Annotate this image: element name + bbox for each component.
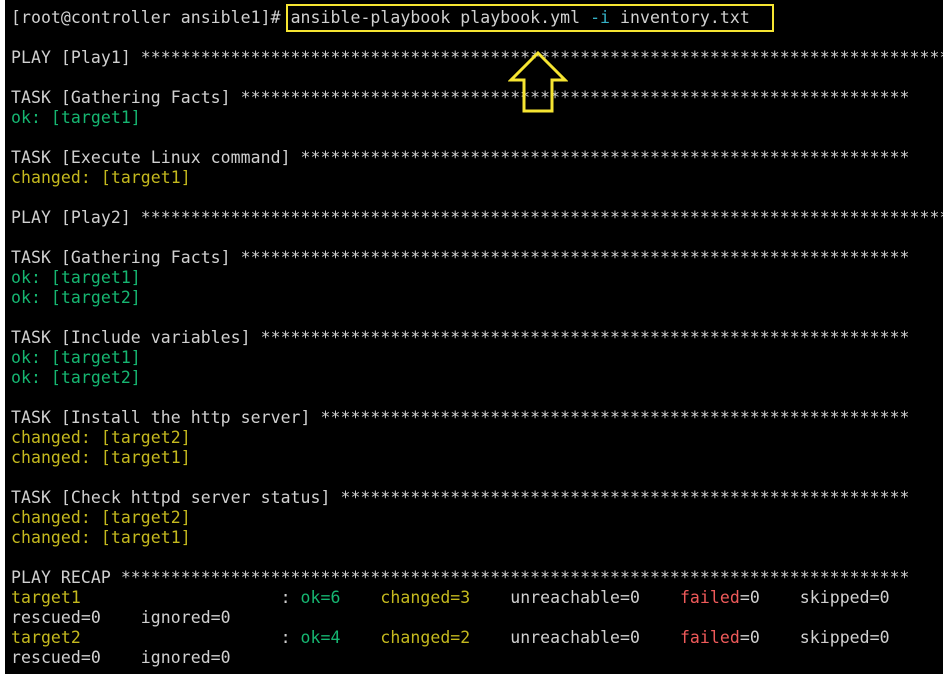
terminal-text: changed: [target2] [11, 508, 191, 527]
terminal-text: ok: [target1] [11, 348, 141, 367]
terminal-line: TASK [Include variables] ***************… [11, 328, 943, 348]
terminal-text: =0 skipped=0 [739, 628, 890, 647]
terminal-line: ok: [target1] [11, 268, 943, 288]
terminal-text: target1 [11, 588, 81, 607]
terminal-text: changed: [target1] [11, 528, 191, 547]
terminal-text: PLAY [Play1] ***************************… [11, 48, 943, 67]
terminal-text: failed [679, 588, 740, 607]
terminal-text: PLAY RECAP *****************************… [11, 568, 910, 587]
terminal-line: ok: [target1] [11, 348, 943, 368]
terminal-line: ok: [target2] [11, 288, 943, 308]
terminal-window[interactable]: [root@controller ansible1]# ansible-play… [5, 0, 943, 674]
terminal-line: ok: [target1] [11, 108, 943, 128]
terminal-line: PLAY [Play2] ***************************… [11, 208, 943, 228]
terminal-text: changed: [target1] [11, 168, 191, 187]
terminal-line: changed: [target2] [11, 508, 943, 528]
terminal-text: [root@controller ansible1]# [11, 8, 291, 27]
terminal-text: ok: [target1] [11, 268, 141, 287]
terminal-text: changed: [target2] [11, 428, 191, 447]
terminal-line: PLAY [Play1] ***************************… [11, 48, 943, 68]
terminal-text: rescued=0 ignored=0 [11, 648, 231, 667]
terminal-line: TASK [Execute Linux command] ***********… [11, 148, 943, 168]
terminal-text: inventory.txt [610, 8, 750, 27]
up-arrow-icon [508, 50, 568, 113]
terminal-output: [root@controller ansible1]# ansible-play… [11, 8, 943, 668]
terminal-text: ok: [target2] [11, 368, 141, 387]
terminal-text: rescued=0 ignored=0 [11, 608, 231, 627]
terminal-line: [root@controller ansible1]# ansible-play… [11, 8, 943, 28]
terminal-text: =0 skipped=0 [739, 588, 890, 607]
terminal-text: changed=2 [380, 628, 471, 647]
terminal-text: TASK [Install the http server] *********… [11, 408, 910, 427]
terminal-text: : [80, 628, 301, 647]
terminal-text: TASK [Gathering Facts] *****************… [11, 88, 910, 107]
terminal-line: changed: [target1] [11, 528, 943, 548]
terminal-line: TASK [Gathering Facts] *****************… [11, 88, 943, 108]
terminal-line: TASK [Gathering Facts] *****************… [11, 248, 943, 268]
terminal-line: changed: [target2] [11, 428, 943, 448]
terminal-text: ok: [target2] [11, 288, 141, 307]
terminal-text: ok=4 [300, 628, 341, 647]
terminal-text: -i [590, 8, 611, 27]
terminal-line: rescued=0 ignored=0 [11, 648, 943, 668]
terminal-line: target1 : ok=6 changed=3 unreachable=0 f… [11, 588, 943, 608]
terminal-text: PLAY [Play2] ***************************… [11, 208, 943, 227]
terminal-text: unreachable=0 [470, 588, 680, 607]
terminal-text: changed: [target1] [11, 448, 191, 467]
terminal-line: changed: [target1] [11, 168, 943, 188]
terminal-text: changed=3 [380, 588, 471, 607]
terminal-text: TASK [Gathering Facts] *****************… [11, 248, 910, 267]
terminal-text: TASK [Check httpd server status] *******… [11, 488, 910, 507]
terminal-line: PLAY RECAP *****************************… [11, 568, 943, 588]
terminal-line: rescued=0 ignored=0 [11, 608, 943, 628]
terminal-line: changed: [target1] [11, 448, 943, 468]
terminal-text: ansible-playbook playbook.yml [290, 8, 591, 27]
terminal-text: TASK [Execute Linux command] ***********… [11, 148, 910, 167]
terminal-text: target2 [11, 628, 81, 647]
terminal-line: target2 : ok=4 changed=2 unreachable=0 f… [11, 628, 943, 648]
terminal-text: ok: [target1] [11, 108, 141, 127]
terminal-line: TASK [Install the http server] *********… [11, 408, 943, 428]
terminal-text: : [80, 588, 301, 607]
terminal-text: failed [679, 628, 740, 647]
terminal-text: TASK [Include variables] ***************… [11, 328, 910, 347]
terminal-line: ok: [target2] [11, 368, 943, 388]
terminal-line: TASK [Check httpd server status] *******… [11, 488, 943, 508]
terminal-text: ok=6 [300, 588, 341, 607]
terminal-text: unreachable=0 [470, 628, 680, 647]
